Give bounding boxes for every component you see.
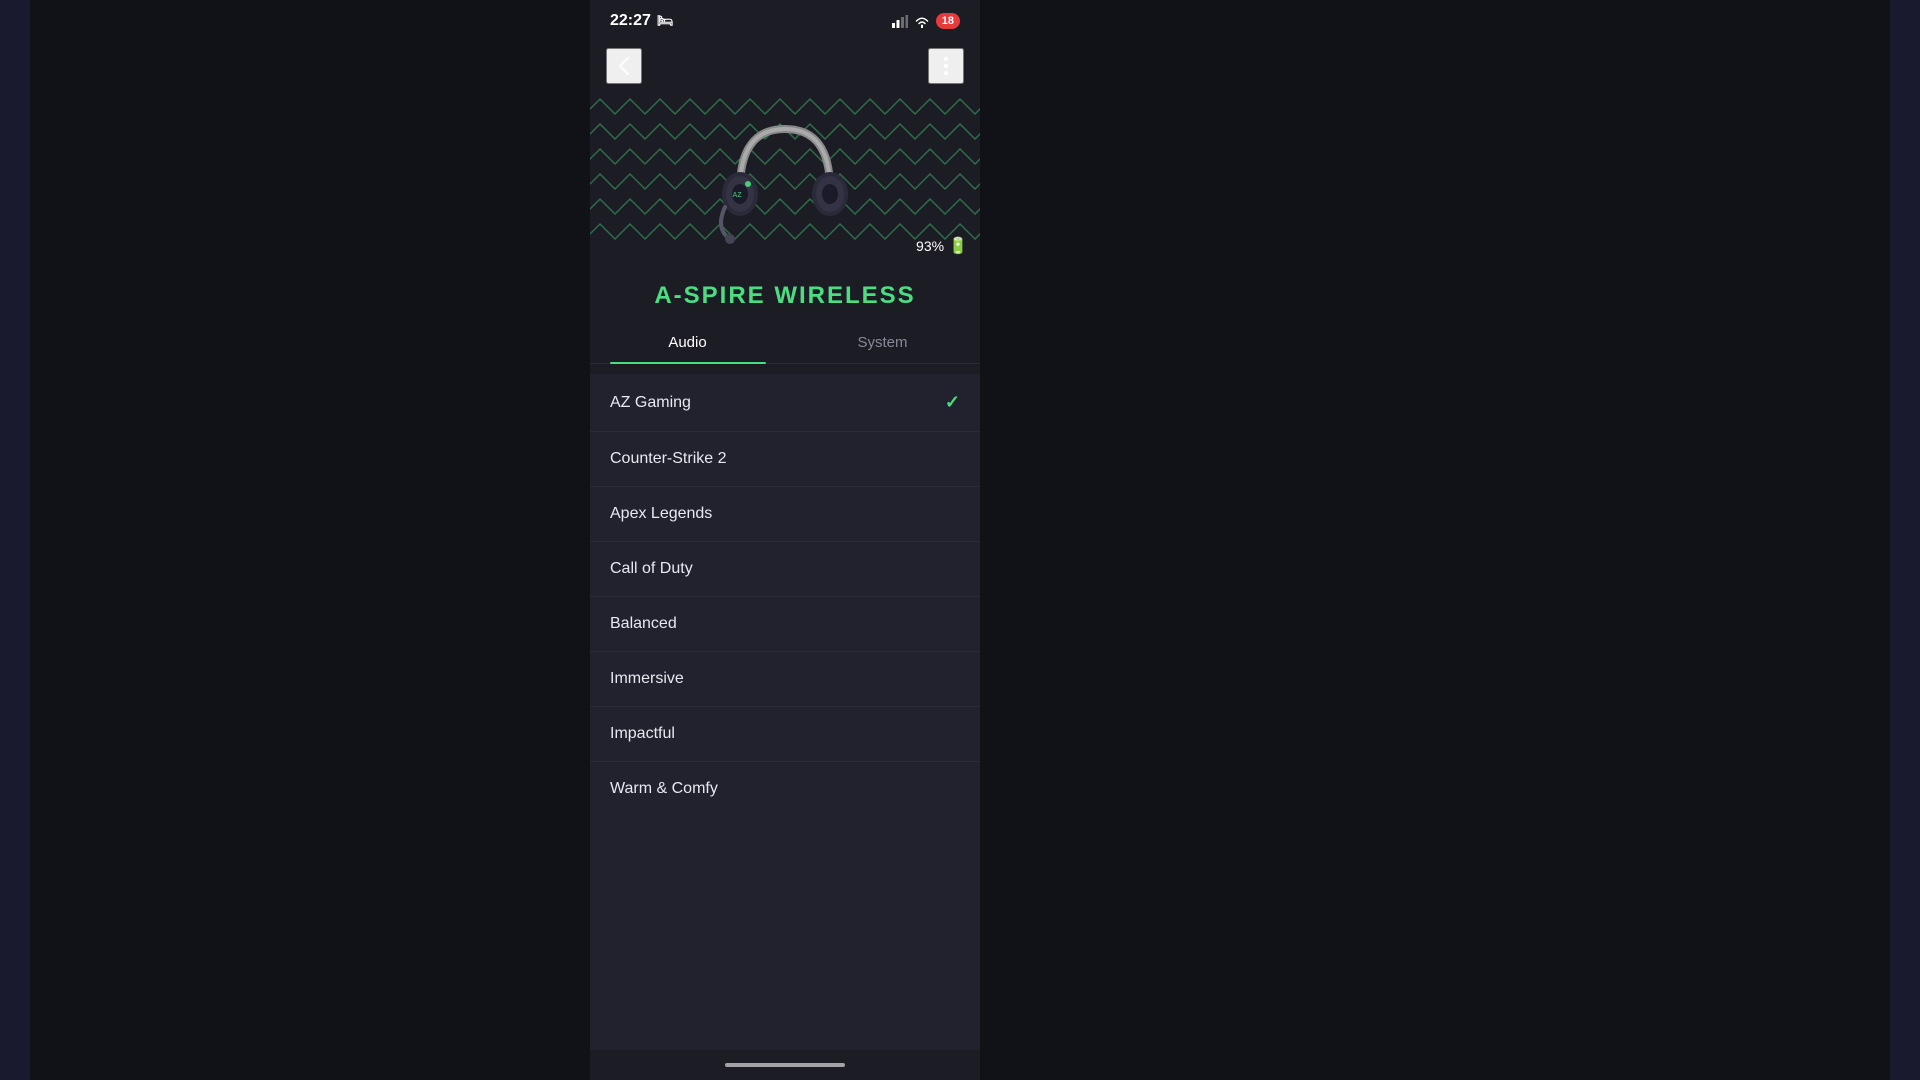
more-button[interactable] <box>928 48 964 84</box>
battery-icon: 🔋 <box>948 236 968 256</box>
battery-percent: 93% <box>916 238 944 254</box>
product-name: A-SPIRE WIRELESS <box>606 282 964 310</box>
back-button[interactable] <box>606 48 642 84</box>
status-time: 22:27 🛏 <box>610 12 673 30</box>
preset-label: Apex Legends <box>610 505 712 523</box>
signal-icon <box>892 15 908 28</box>
wifi-icon <box>914 15 930 28</box>
preset-label: Immersive <box>610 670 684 688</box>
preset-label: Counter-Strike 2 <box>610 450 727 468</box>
list-item[interactable]: Counter-Strike 2 <box>590 432 980 487</box>
phone-frame: 22:27 🛏 18 <box>590 0 980 1080</box>
notification-badge: 18 <box>936 13 960 29</box>
left-background <box>30 0 590 1080</box>
preset-label: AZ Gaming <box>610 394 691 412</box>
right-background <box>980 0 1890 1080</box>
preset-label: Balanced <box>610 615 677 633</box>
tab-audio[interactable]: Audio <box>590 322 785 363</box>
home-indicator <box>590 1050 980 1080</box>
bed-icon: 🛏 <box>657 13 674 29</box>
headset-image: AZ <box>710 99 860 249</box>
hero-section: AZ 93% 🔋 <box>590 84 980 264</box>
battery-info: 93% 🔋 <box>916 236 968 256</box>
list-item[interactable]: Call of Duty <box>590 542 980 597</box>
preset-label: Impactful <box>610 725 675 743</box>
list-item[interactable]: Warm & Comfy <box>590 762 980 816</box>
home-bar <box>725 1063 845 1067</box>
list-item[interactable]: AZ Gaming ✓ <box>590 374 980 432</box>
header <box>590 38 980 84</box>
tab-system[interactable]: System <box>785 322 980 363</box>
tabs: Audio System <box>590 322 980 364</box>
list-item[interactable]: Apex Legends <box>590 487 980 542</box>
list-item[interactable]: Immersive <box>590 652 980 707</box>
time-display: 22:27 <box>610 12 651 30</box>
status-bar: 22:27 🛏 18 <box>590 0 980 38</box>
product-title-section: A-SPIRE WIRELESS <box>590 264 980 310</box>
preset-list: AZ Gaming ✓ Counter-Strike 2 Apex Legend… <box>590 374 980 1050</box>
status-icons: 18 <box>892 13 960 29</box>
svg-text:AZ: AZ <box>732 192 742 199</box>
list-item[interactable]: Impactful <box>590 707 980 762</box>
preset-label: Warm & Comfy <box>610 780 718 798</box>
list-item[interactable]: Balanced <box>590 597 980 652</box>
preset-label: Call of Duty <box>610 560 693 578</box>
selected-checkmark: ✓ <box>945 392 960 413</box>
